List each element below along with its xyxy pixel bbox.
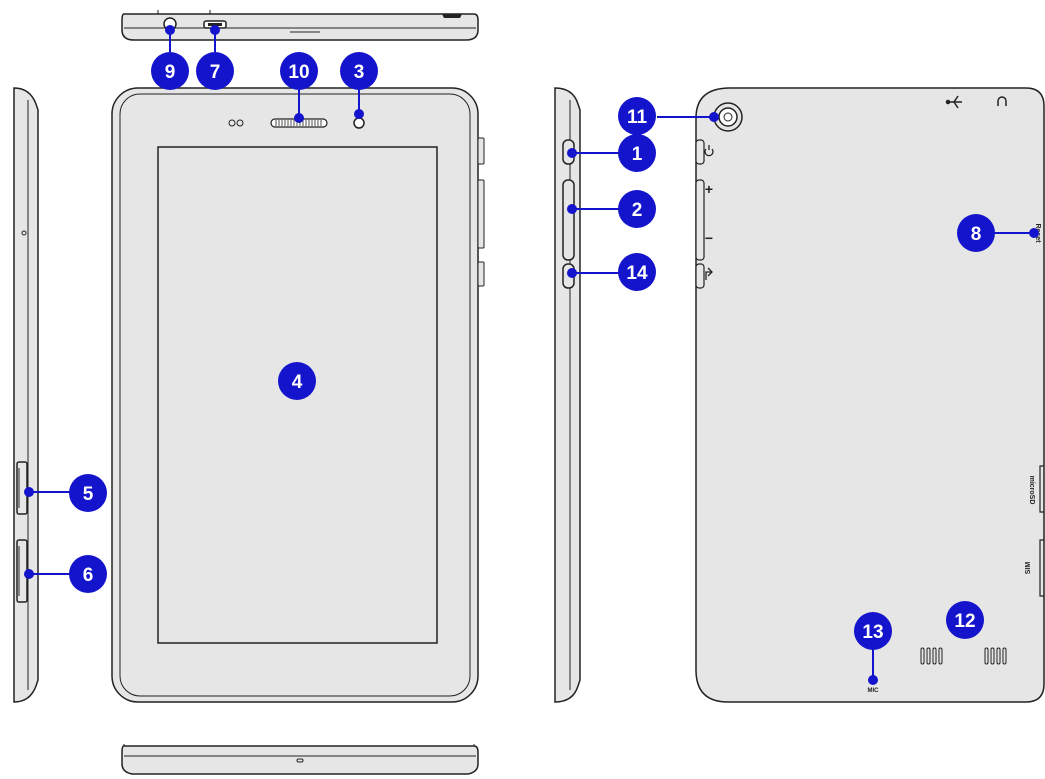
svg-text:12: 12 <box>954 611 975 632</box>
callout-9: 9 <box>151 52 189 90</box>
bottom-edge-view <box>121 744 479 775</box>
callout-12: 12 <box>946 601 984 639</box>
callout-10: 10 <box>280 52 318 90</box>
back-view: + − Reset microSD SIM MIC <box>695 87 1045 703</box>
svg-text:8: 8 <box>971 224 982 245</box>
svg-text:4: 4 <box>292 372 303 393</box>
callout-14: 14 <box>618 253 656 291</box>
callout-7: 7 <box>196 52 234 90</box>
microsd-label: microSD <box>1028 476 1035 505</box>
callout-13: 13 <box>854 612 892 650</box>
plus-mark: + <box>705 181 713 197</box>
mic-label: MIC <box>868 688 880 694</box>
svg-text:1: 1 <box>632 144 643 165</box>
svg-text:6: 6 <box>83 565 94 586</box>
callout-8: 8 <box>957 214 995 252</box>
svg-text:14: 14 <box>626 263 648 284</box>
svg-text:10: 10 <box>288 62 309 83</box>
svg-text:13: 13 <box>862 622 883 643</box>
svg-text:7: 7 <box>210 62 221 83</box>
callout-4: 4 <box>278 362 316 400</box>
callout-11: 11 <box>618 97 656 135</box>
svg-text:2: 2 <box>632 200 643 221</box>
volume-rocker <box>562 179 575 261</box>
front-camera <box>353 117 365 129</box>
callout-1: 1 <box>618 134 656 172</box>
audio-jack-port <box>163 17 177 31</box>
callout-6: 6 <box>69 555 107 593</box>
svg-text:3: 3 <box>354 62 365 83</box>
sim-label: SIM <box>1025 562 1032 575</box>
svg-text:9: 9 <box>165 62 176 83</box>
right-side-view <box>554 87 581 703</box>
tablet-overview-diagram: + − Reset microSD SIM MIC 1 2 3 4 5 6 7 … <box>13 10 1045 775</box>
left-side-view <box>13 87 39 703</box>
callout-2: 2 <box>618 190 656 228</box>
callout-5: 5 <box>69 474 107 512</box>
callout-3: 3 <box>340 52 378 90</box>
top-edge-view <box>121 10 479 41</box>
svg-text:11: 11 <box>627 107 648 128</box>
svg-text:5: 5 <box>83 484 94 505</box>
reset-label: Reset <box>1034 223 1041 243</box>
minus-mark: − <box>705 230 713 246</box>
windows-button <box>562 263 575 289</box>
